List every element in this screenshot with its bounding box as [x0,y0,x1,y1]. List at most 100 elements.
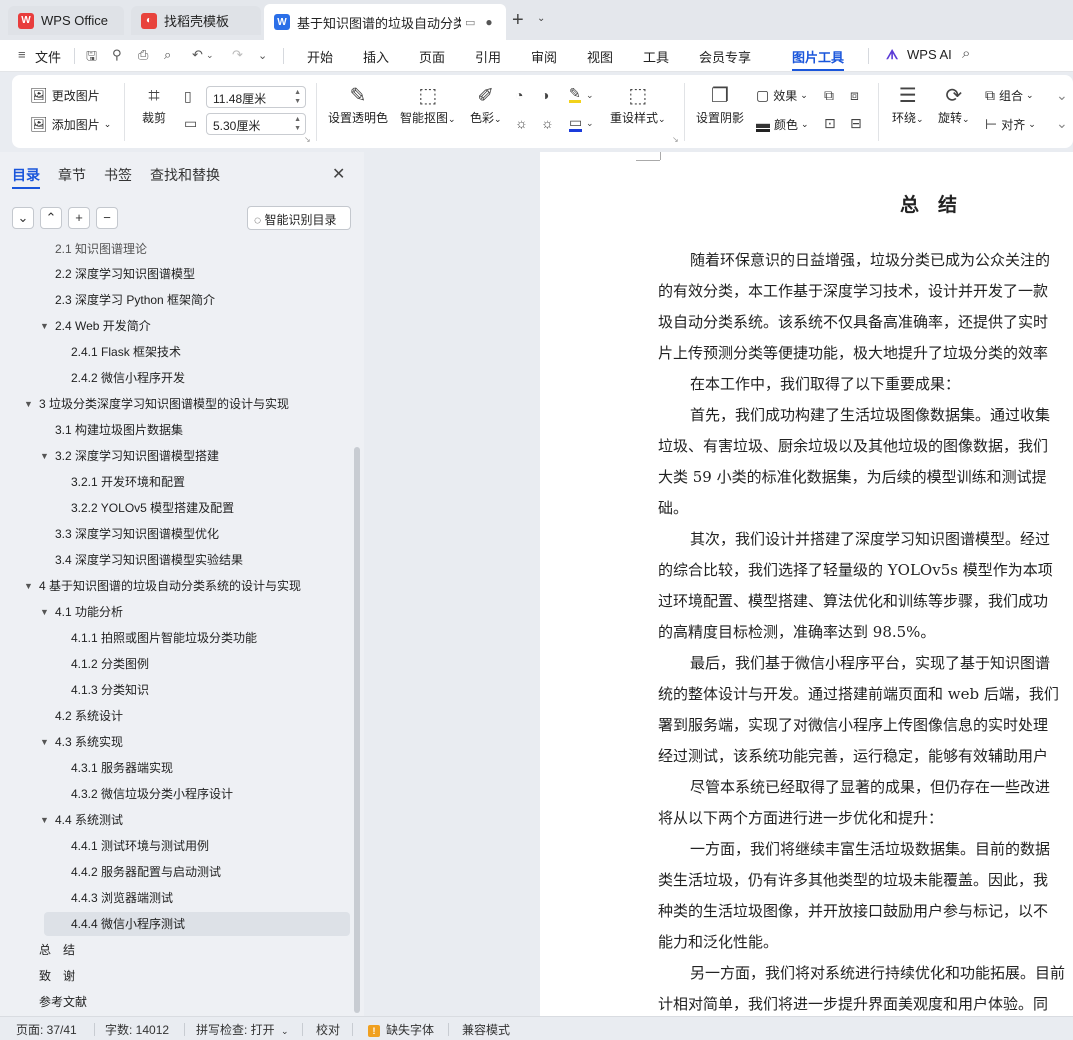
save-icon[interactable]: 🖫 [86,47,97,69]
menu-file[interactable]: 文件 [35,47,61,66]
toc-item[interactable]: 3.4 深度学习知识图谱模型实验结果 [55,548,243,572]
toc-item-selected[interactable]: 4.4.4 微信小程序测试 [44,912,350,936]
change-image-button[interactable]: 🖼 更改图片 [30,87,100,104]
proofread-button[interactable]: 校对 [316,1021,340,1038]
reset-style-button[interactable]: ⬚ 重设样式⌄ [610,83,666,126]
nav-tab-find-replace[interactable]: 查找和替换 [150,165,220,185]
toc-item[interactable]: 3.2.1 开发环境和配置 [71,470,185,494]
tab-document[interactable]: W 基于知识图谱的垃圾自动分类 ▭ ● [264,4,506,40]
width-input[interactable]: 11.48厘米 ▲ ▼ [206,86,306,108]
chevron-down-icon[interactable]: ▼ [40,730,49,754]
toc-item[interactable]: 2.3 深度学习 Python 框架简介 [55,288,215,312]
hamburger-icon[interactable]: ≡ [18,47,26,62]
undo-icon[interactable]: ↶ [192,47,203,63]
toc-item[interactable]: 3.3 深度学习知识图谱模型优化 [55,522,219,546]
nav-tab-bookmarks[interactable]: 书签 [104,165,132,185]
color2-button[interactable]: ▬ 颜色 ⌄ [756,116,809,133]
chevron-down-icon[interactable]: ⌄ [586,118,594,129]
sun-dim-icon[interactable]: ☼ [541,115,554,131]
collapse-button[interactable]: ⌄ [12,207,34,229]
chevron-down-icon[interactable]: ▼ [40,314,49,338]
redo-icon[interactable]: ↷ [232,47,243,63]
more-icon[interactable]: ⌄ [1056,87,1068,104]
smart-toc-button[interactable]: ◌ 智能识别目录 [247,206,351,230]
print-preview-icon[interactable]: ⌕ [164,47,171,63]
contrast-icon[interactable]: ◑ [541,87,549,103]
bring-forward-icon[interactable]: ⧉ [824,87,834,104]
smart-cutout-button[interactable]: ⬚ 智能抠图⌄ [400,83,456,126]
close-icon[interactable]: ✕ [332,164,345,184]
fill-color-icon[interactable]: ✎ [569,86,581,103]
menu-wps-ai[interactable]: WPS AI [907,47,952,62]
expand-button[interactable]: ⌃ [40,207,62,229]
menu-review[interactable]: 审阅 [531,47,557,66]
toc-item[interactable]: 参考文献 [39,990,87,1014]
chevron-down-icon[interactable]: ▼ [24,574,33,598]
toc-item[interactable]: 4.4.2 服务器配置与启动测试 [71,860,221,884]
new-tab-chevron-icon[interactable]: ⌄ [537,13,545,24]
line-color-icon[interactable]: ▭ [569,115,583,132]
word-count[interactable]: 字数: 14012 [105,1021,169,1038]
toc-item[interactable]: 总 结 [39,938,75,962]
add-heading-button[interactable]: + [68,207,90,229]
brightness-icon[interactable]: ◔ [515,87,523,103]
send-backward-icon[interactable]: ⧈ [850,87,859,104]
print-icon[interactable]: ⎙ [138,47,148,63]
toc-item[interactable]: 2.4.1 Flask 框架技术 [71,340,181,364]
toc-item[interactable]: 3.1 构建垃圾图片数据集 [55,418,183,442]
toc-item[interactable]: ▼ 4 基于知识图谱的垃圾自动分类系统的设计与实现 [24,574,301,598]
height-spinner-icon[interactable]: ▲ ▼ [294,115,301,133]
menu-page[interactable]: 页面 [419,47,445,66]
spell-check-toggle[interactable]: 拼写检查: 打开 ⌄ [196,1021,289,1038]
toc-item[interactable]: 4.3.1 服务器端实现 [71,756,173,780]
height-input[interactable]: 5.30厘米 ▲ ▼ [206,113,306,135]
page-indicator[interactable]: 页面: 37/41 [16,1021,77,1038]
toc-item[interactable]: 致 谢 [39,964,75,988]
rotate-button[interactable]: ⟳ 旋转⌄ [938,83,970,126]
toc-item[interactable]: ▼ 4.3 系统实现 [40,730,123,754]
effects-button[interactable]: ▢ 效果 ⌄ [756,87,808,104]
chevron-down-icon[interactable]: ▼ [40,444,49,468]
undo-chevron-icon[interactable]: ⌄ [206,50,214,61]
menu-references[interactable]: 引用 [475,47,501,66]
search-icon[interactable]: ⌕ [962,45,970,62]
toc-item[interactable]: 3.2.2 YOLOv5 模型搭建及配置 [71,496,234,520]
sun-icon[interactable]: ☼ [515,115,528,131]
toc-item[interactable]: 2.2 深度学习知识图谱模型 [55,262,195,286]
send-back-icon[interactable]: ⊟ [850,115,862,132]
dialog-launcher-icon[interactable]: ↘ [672,135,679,144]
chevron-down-icon[interactable]: ▼ [40,808,49,832]
crop-button[interactable]: ⌗ 裁剪 [142,83,166,126]
wps-ai-icon[interactable]: ᗑ [886,47,898,63]
menu-picture-tools[interactable]: 图片工具 [792,47,844,66]
group-button[interactable]: ⧉ 组合 ⌄ [985,87,1034,104]
menu-tools[interactable]: 工具 [643,47,669,66]
dialog-launcher-icon[interactable]: ↘ [304,135,311,144]
width-spinner-icon[interactable]: ▲ ▼ [294,88,301,106]
toc-item[interactable]: 4.1.1 拍照或图片智能垃圾分类功能 [71,626,257,650]
toc-item[interactable]: 4.3.2 微信垃圾分类小程序设计 [71,782,233,806]
toc-item[interactable]: ▼ 2.4 Web 开发简介 [40,314,151,338]
toc-item[interactable]: 4.1.3 分类知识 [71,678,149,702]
color-button[interactable]: ✐ 色彩⌄ [470,83,502,126]
nav-tab-toc[interactable]: 目录 [12,165,40,185]
toc-item[interactable]: ▼ 4.1 功能分析 [40,600,123,624]
add-image-button[interactable]: 🖼 添加图片 ⌄ [30,116,111,133]
remove-heading-button[interactable]: − [96,207,118,229]
unsaved-dot-icon[interactable]: ● [485,15,492,29]
wrap-button[interactable]: ☰ 环绕⌄ [892,83,924,126]
set-shadow-button[interactable]: ❐ 设置阴影 [696,83,744,126]
new-tab-plus-icon[interactable]: + [512,8,524,32]
menu-member[interactable]: 会员专享 [699,47,751,66]
toc-item[interactable]: 2.1 知识图谱理论 [55,240,147,261]
toc-item[interactable]: 4.4.1 测试环境与测试用例 [71,834,209,858]
chevron-down-icon[interactable]: ▼ [40,600,49,624]
toc-item[interactable]: ▼ 4.4 系统测试 [40,808,123,832]
more-chevron-icon[interactable]: ⌄ [258,49,267,62]
toc-item[interactable]: 4.2 系统设计 [55,704,123,728]
toc-item[interactable]: ▼ 3 垃圾分类深度学习知识图谱模型的设计与实现 [24,392,289,416]
missing-font-button[interactable]: ! 缺失字体 [368,1021,434,1038]
toc-item[interactable]: 2.4.2 微信小程序开发 [71,366,185,390]
toc-scrollbar[interactable] [354,447,360,1013]
share-icon[interactable]: ⚲ [112,47,122,63]
